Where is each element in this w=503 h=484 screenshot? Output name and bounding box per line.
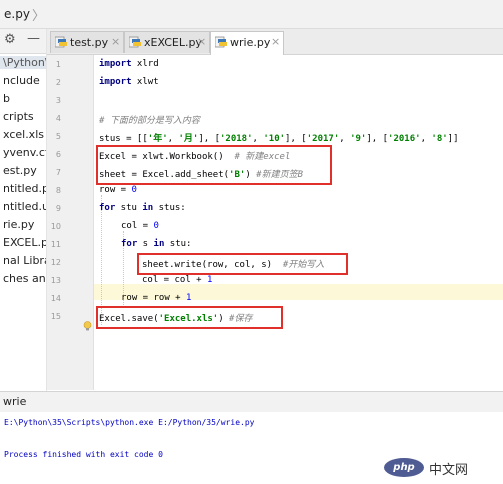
line-number: 8: [55, 186, 61, 195]
run-panel-title[interactable]: wrie: [3, 395, 26, 408]
tab-label: wrie.py: [230, 36, 271, 49]
tree-item-root[interactable]: \Python\: [0, 56, 46, 69]
line-number: 13: [50, 276, 61, 285]
watermark-text: 中文网: [429, 463, 469, 478]
line-number: 7: [55, 168, 61, 177]
code-line-8: row = 0: [99, 185, 137, 195]
code-editor[interactable]: import xlrd import xlwt # 下面的部分是写入内容 stu…: [94, 55, 503, 390]
line-number: 12: [50, 258, 61, 267]
code-line-13: col = col + 1: [142, 275, 213, 285]
tab-wrie-py[interactable]: wrie.py ×: [210, 31, 284, 55]
annotation-box-workbook: [96, 145, 332, 185]
line-number: 5: [55, 132, 61, 141]
tree-item[interactable]: EXCEL.py: [3, 236, 46, 249]
code-line-1: import xlrd: [99, 59, 159, 69]
run-panel-header: wrie: [0, 391, 503, 413]
code-line-4: # 下面的部分是写入内容: [99, 116, 200, 126]
tab-label: test.py: [70, 36, 109, 49]
python-file-icon: [55, 36, 67, 48]
python-file-icon: [215, 36, 227, 48]
line-number-gutter: 1 2 3 4 5 6 7 8 9 10 11 12 13 14 15: [47, 55, 94, 390]
project-panel: ⚙ — \Python\ nclude b cripts xcel.xls yv…: [0, 29, 47, 391]
close-icon[interactable]: ×: [271, 35, 280, 48]
chevron-right-icon: 〉: [32, 9, 46, 24]
tree-item[interactable]: nclude: [3, 74, 40, 87]
python-file-icon: [129, 36, 141, 48]
code-line-10: col = 0: [121, 221, 159, 231]
console-command: E:\Python\35\Scripts\python.exe E:/Pytho…: [4, 418, 255, 427]
tab-xexcel-py[interactable]: xEXCEL.py ×: [124, 31, 210, 53]
tree-item[interactable]: cripts: [3, 110, 34, 123]
php-logo: php: [384, 458, 424, 477]
line-number: 15: [50, 312, 61, 321]
tab-test-py[interactable]: test.py ×: [50, 31, 124, 53]
tree-item[interactable]: ches and: [3, 272, 46, 285]
editor-tab-bar: test.py × xEXCEL.py × wrie.py ×: [47, 29, 503, 55]
tab-label: xEXCEL.py: [144, 36, 202, 49]
line-number: 4: [55, 114, 61, 123]
code-line-14: row = row + 1: [121, 293, 192, 303]
tree-item[interactable]: xcel.xls: [3, 128, 44, 141]
line-number: 3: [55, 96, 61, 105]
tree-item[interactable]: est.py: [3, 164, 37, 177]
gear-icon[interactable]: ⚙: [4, 32, 16, 47]
close-icon[interactable]: ×: [111, 35, 120, 48]
console-exit-message: Process finished with exit code 0: [4, 450, 163, 459]
annotation-box-write: [137, 253, 348, 275]
php-cn-watermark: php 中文网: [376, 456, 500, 480]
breadcrumb-file[interactable]: e.py: [4, 7, 30, 21]
tree-item[interactable]: b: [3, 92, 10, 105]
lightbulb-icon[interactable]: [83, 321, 92, 331]
line-number: 2: [55, 78, 61, 87]
line-number: 11: [50, 240, 61, 249]
close-icon[interactable]: ×: [197, 35, 206, 48]
code-line-11: for s in stu:: [121, 239, 192, 249]
line-number: 6: [55, 150, 61, 159]
line-number: 9: [55, 204, 61, 213]
code-line-2: import xlwt: [99, 77, 159, 87]
tree-item[interactable]: ntitled.ui: [3, 200, 46, 213]
tree-item[interactable]: nal Libra: [3, 254, 46, 267]
tree-item[interactable]: rie.py: [3, 218, 34, 231]
project-toolbar: ⚙ —: [0, 29, 46, 54]
line-number: 1: [55, 60, 61, 69]
breadcrumb: e.py 〉: [0, 0, 503, 29]
code-line-5: stus = [['年', '月'], ['2018', '10'], ['20…: [99, 134, 459, 144]
tree-item[interactable]: ntitled.py: [3, 182, 46, 195]
collapse-icon[interactable]: —: [27, 31, 40, 46]
tree-item[interactable]: yvenv.cfg: [3, 146, 46, 159]
line-number: 10: [50, 222, 61, 231]
annotation-box-save: [96, 306, 283, 329]
code-line-9: for stu in stus:: [99, 203, 186, 213]
line-number: 14: [50, 294, 61, 303]
